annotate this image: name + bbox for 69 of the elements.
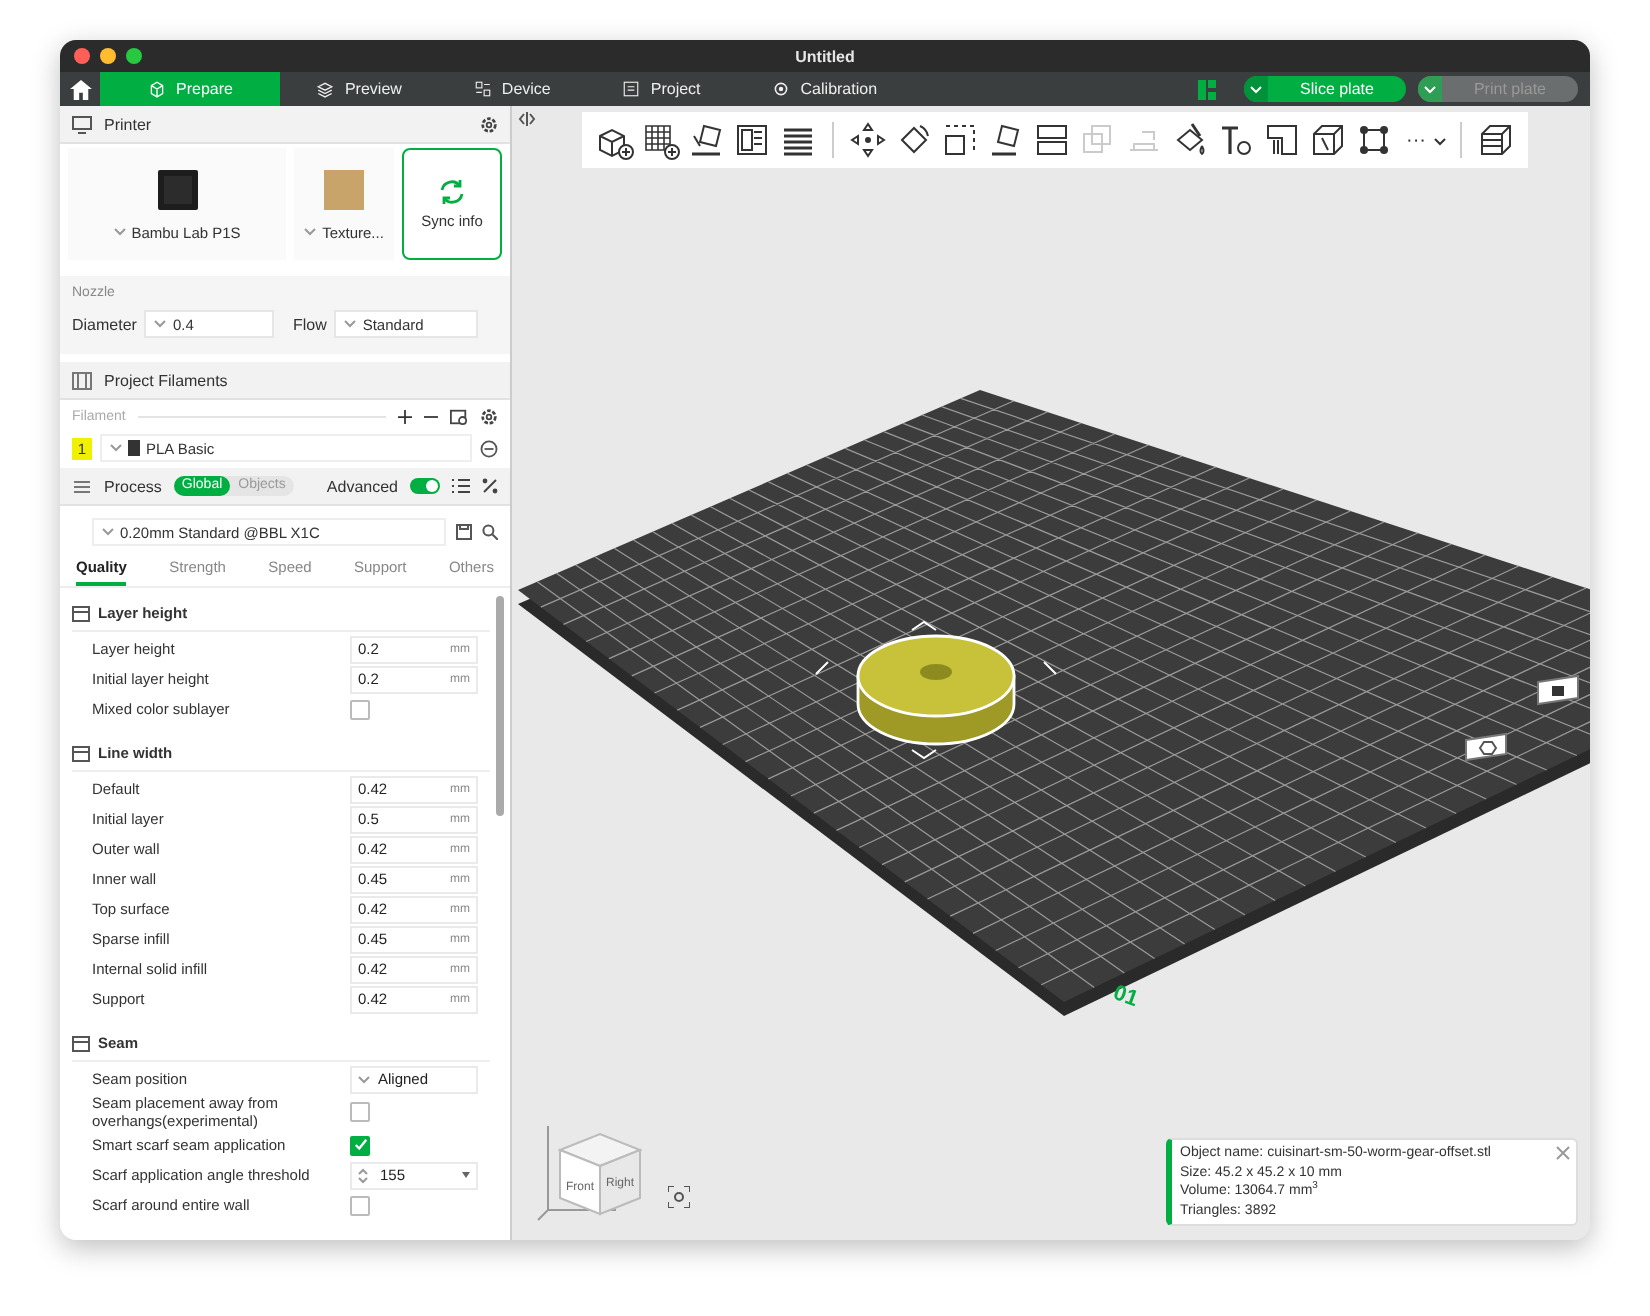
save-icon[interactable] <box>456 524 472 540</box>
square-corners-icon[interactable] <box>1354 120 1394 160</box>
caret-icon <box>462 1172 470 1178</box>
more-tools-button[interactable]: ··· <box>1400 129 1432 151</box>
settings-icon[interactable] <box>480 408 498 426</box>
chevron-down-icon <box>154 320 167 328</box>
group-icon <box>72 605 90 621</box>
spin-arrows-icon <box>358 1167 368 1183</box>
checkbox[interactable] <box>350 1195 370 1215</box>
zoom-fit-icon[interactable] <box>668 1186 690 1208</box>
plate-icon <box>322 167 366 211</box>
chevron-down-icon <box>304 228 317 236</box>
layered-box-icon[interactable] <box>1476 120 1516 160</box>
group-icon <box>72 1035 90 1051</box>
scale-icon[interactable] <box>940 120 980 160</box>
device-icon <box>473 80 492 98</box>
split-icon[interactable] <box>1032 120 1072 160</box>
plate-number: 01 <box>1109 981 1142 1012</box>
chevron-down-icon <box>1250 85 1263 93</box>
nav-tab[interactable]: Project <box>586 72 737 106</box>
layout-icon[interactable] <box>732 120 772 160</box>
advanced-label: Advanced <box>324 477 398 495</box>
printer-icon <box>72 115 92 133</box>
collapse-icon[interactable] <box>518 112 536 126</box>
chevron-down-icon <box>358 1075 370 1083</box>
window-title: Untitled <box>795 47 855 65</box>
section-title: Printer <box>104 115 154 133</box>
checkbox[interactable] <box>350 699 370 719</box>
filament-swatch-icon <box>128 440 140 456</box>
checkbox[interactable] <box>350 1102 370 1122</box>
list-icon[interactable] <box>452 478 470 494</box>
advanced-toggle[interactable] <box>410 478 440 494</box>
plate-grid-icon[interactable] <box>1198 79 1217 99</box>
section-title: Process <box>104 477 162 495</box>
group-icon <box>72 745 90 761</box>
filament-icon <box>72 371 92 389</box>
diameter-label: Diameter <box>72 315 137 333</box>
chevron-down-icon <box>110 444 122 452</box>
nav-tab[interactable]: Device <box>437 72 587 106</box>
nav-tab[interactable]: Preview <box>280 72 438 106</box>
chevron-down-icon <box>102 528 114 536</box>
lay-flat-icon[interactable] <box>686 120 726 160</box>
calibration-icon <box>772 80 791 98</box>
cube-icon <box>148 80 166 98</box>
add-grid-icon[interactable] <box>640 120 680 160</box>
chevron-down-icon <box>1434 137 1446 145</box>
chevron-down-icon <box>1423 85 1436 93</box>
nav-tab[interactable]: Calibration <box>736 72 914 106</box>
sync-icon <box>438 178 466 206</box>
settings-icon[interactable] <box>480 115 498 133</box>
remove-circle-icon[interactable] <box>480 439 498 457</box>
search-icon[interactable] <box>482 524 498 540</box>
section-title: Project Filaments <box>104 371 230 389</box>
scrollbar-thumb[interactable] <box>496 596 504 816</box>
text-icon[interactable] <box>1216 120 1256 160</box>
close-icon[interactable] <box>1556 1146 1570 1160</box>
flow-label: Flow <box>292 315 327 333</box>
add-icon[interactable] <box>398 410 412 424</box>
process-icon <box>72 477 92 495</box>
project-icon <box>622 80 641 98</box>
home-icon[interactable] <box>69 79 91 99</box>
printer-icon <box>155 167 199 211</box>
layers-icon <box>316 80 335 98</box>
percent-icon[interactable] <box>482 478 498 494</box>
chevron-down-icon <box>344 320 357 328</box>
remove-icon[interactable] <box>424 410 438 424</box>
move-icon[interactable] <box>848 120 888 160</box>
checkbox[interactable] <box>350 1135 370 1155</box>
chevron-down-icon <box>113 228 126 236</box>
